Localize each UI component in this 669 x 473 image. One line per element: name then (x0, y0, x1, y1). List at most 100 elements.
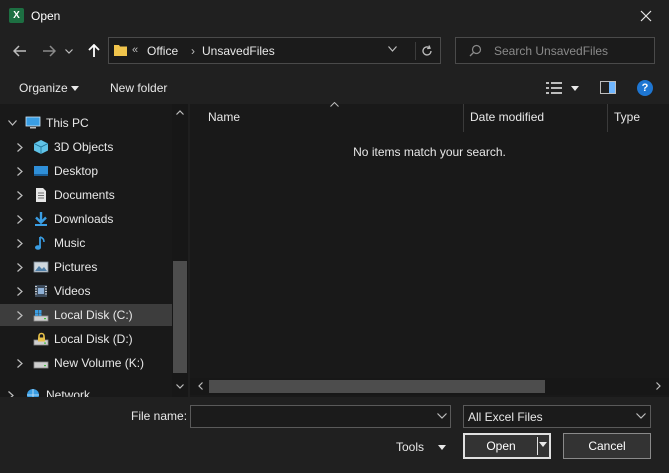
help-icon[interactable]: ? (637, 80, 653, 96)
chevron-right-icon[interactable] (17, 287, 23, 296)
navigation-scrollbar[interactable] (172, 104, 188, 397)
desktop-icon (34, 166, 48, 176)
tree-item-network[interactable]: Network (0, 384, 172, 397)
open-button-label: Open (486, 439, 516, 453)
file-type-select[interactable]: All Excel Files (463, 405, 651, 428)
close-button[interactable] (623, 0, 669, 32)
pictures-icon (33, 261, 49, 273)
scrollbar-thumb[interactable] (209, 380, 545, 393)
sort-ascending-icon (330, 102, 339, 107)
back-button[interactable] (9, 40, 31, 62)
chevron-down-icon[interactable] (636, 413, 646, 419)
caret-down-icon[interactable] (71, 86, 79, 91)
tree-item-documents[interactable]: Documents (0, 184, 172, 206)
scroll-right-icon[interactable] (656, 382, 661, 390)
tree-label: Downloads (54, 212, 114, 226)
chevron-down-icon (65, 48, 73, 54)
tree-label: Local Disk (C:) (54, 308, 133, 322)
chevron-right-icon[interactable] (17, 167, 23, 176)
new-folder-button[interactable]: New folder (110, 81, 167, 95)
chevron-down-icon[interactable] (437, 413, 447, 419)
drive-icon (33, 332, 49, 346)
chevron-right-icon[interactable] (17, 359, 23, 368)
search-box[interactable] (455, 37, 655, 64)
recent-locations-button[interactable] (62, 40, 76, 62)
address-overflow[interactable]: « (132, 44, 138, 56)
column-header-type[interactable]: Type (608, 104, 669, 132)
horizontal-scrollbar[interactable] (190, 378, 669, 395)
scroll-up-icon[interactable] (176, 110, 184, 115)
tools-button[interactable]: Tools (396, 440, 424, 454)
refresh-button[interactable] (415, 42, 437, 60)
tree-item-local-disk-d[interactable]: Local Disk (D:) (0, 328, 172, 350)
chevron-right-icon[interactable] (17, 215, 23, 224)
breadcrumb-unsavedfiles[interactable]: UnsavedFiles (202, 44, 275, 58)
drive-icon (33, 361, 49, 369)
tree-item-music[interactable]: Music (0, 232, 172, 254)
tree-item-new-volume-k[interactable]: New Volume (K:) (0, 352, 172, 374)
chevron-right-icon[interactable] (17, 239, 23, 248)
tree-label: Pictures (54, 260, 98, 274)
scroll-left-icon[interactable] (198, 382, 203, 390)
split-divider (537, 437, 538, 455)
tree-label: Music (54, 236, 86, 250)
chevron-right-icon[interactable] (17, 263, 23, 272)
caret-down-icon[interactable] (539, 442, 547, 447)
chevron-right-icon[interactable] (17, 311, 23, 320)
tree-item-3d-objects[interactable]: 3D Objects (0, 136, 172, 158)
chevron-down-icon[interactable] (8, 120, 17, 126)
address-bar[interactable]: « Office › UnsavedFiles (108, 37, 441, 64)
navigation-bar: « Office › UnsavedFiles (0, 32, 669, 72)
download-icon (35, 212, 47, 226)
file-list[interactable]: Name Date modified Type No items match y… (190, 102, 669, 397)
chevron-right-icon[interactable] (17, 191, 23, 200)
tree-item-downloads[interactable]: Downloads (0, 208, 172, 230)
file-name-label: File name: (131, 409, 188, 423)
column-label: Type (614, 110, 641, 124)
cancel-button-label: Cancel (588, 439, 626, 453)
scroll-down-icon[interactable] (176, 384, 184, 389)
close-icon (640, 10, 652, 22)
cancel-button[interactable]: Cancel (563, 433, 651, 459)
tree-item-pictures[interactable]: Pictures (0, 256, 172, 278)
tree-label: Documents (54, 188, 115, 202)
video-icon (35, 285, 47, 297)
preview-pane-icon[interactable] (600, 81, 616, 94)
up-button[interactable] (83, 40, 105, 62)
open-button[interactable]: Open (463, 433, 551, 459)
chevron-right-icon[interactable] (17, 143, 23, 152)
tree-item-local-disk-c[interactable]: Local Disk (C:) (0, 304, 172, 326)
scrollbar-thumb[interactable] (173, 261, 187, 373)
breadcrumb-office[interactable]: Office (147, 44, 178, 58)
view-options-icon[interactable] (546, 82, 564, 94)
tree-label: Desktop (54, 164, 99, 178)
network-icon (27, 389, 39, 397)
chevron-down-icon[interactable] (388, 46, 397, 52)
dialog-footer: File name: All Excel Files Tools Open Ca… (0, 397, 669, 473)
tree-item-videos[interactable]: Videos (0, 280, 172, 302)
caret-down-icon[interactable] (571, 86, 579, 91)
music-icon (35, 236, 45, 250)
breadcrumb-separator[interactable]: › (191, 44, 195, 58)
tree-item-desktop[interactable]: Desktop (0, 160, 172, 182)
caret-down-icon[interactable] (438, 445, 446, 450)
cube-icon (33, 140, 49, 154)
arrow-left-icon (13, 45, 26, 57)
tree-label: Local Disk (D:) (54, 332, 133, 346)
organize-button[interactable]: Organize (19, 81, 68, 95)
column-header-name[interactable]: Name (190, 102, 464, 132)
tree-item-this-pc[interactable]: This PC (0, 112, 172, 134)
computer-icon (25, 116, 41, 129)
forward-button[interactable] (38, 40, 60, 62)
tree-label: Network (46, 388, 91, 397)
column-header-date-modified[interactable]: Date modified (464, 104, 608, 132)
search-input[interactable] (494, 38, 649, 63)
tree-label: New Volume (K:) (54, 356, 145, 370)
tree-label: This PC (46, 116, 89, 130)
command-toolbar: Organize New folder ? (0, 72, 669, 104)
file-name-combobox[interactable] (190, 405, 451, 428)
tree-label: 3D Objects (54, 140, 114, 154)
navigation-pane[interactable]: This PC 3D Objects Desktop Documents Dow… (0, 104, 188, 397)
file-name-input[interactable] (195, 406, 425, 427)
folder-icon (114, 45, 127, 56)
